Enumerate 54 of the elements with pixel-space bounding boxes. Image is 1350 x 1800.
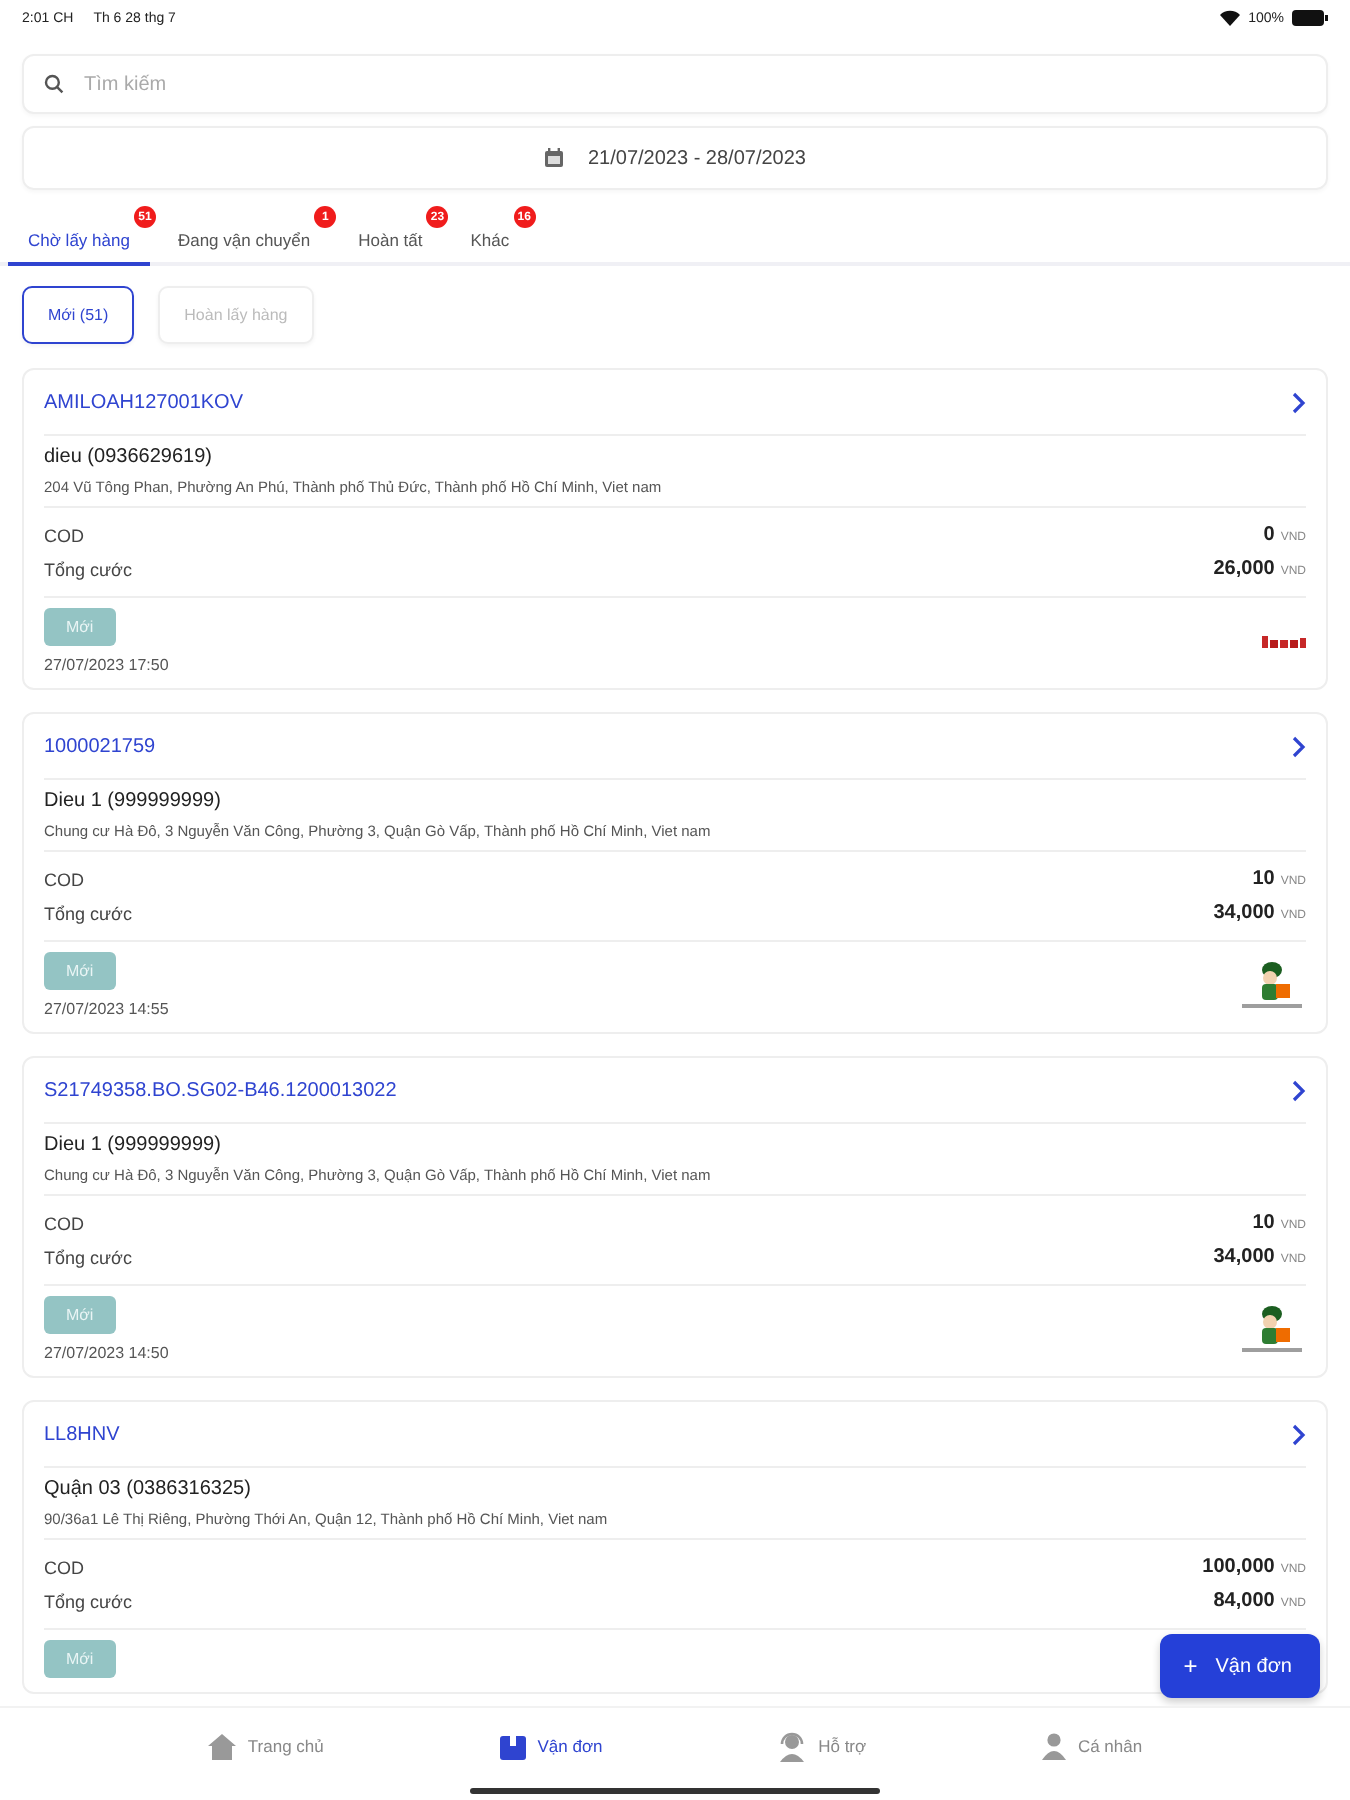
nav-item[interactable]: Vận đơn <box>499 1733 603 1759</box>
fee-label: Tổng cước <box>44 1247 132 1267</box>
nav-item[interactable]: Trang chủ <box>207 1733 324 1759</box>
status-tag: Mới <box>44 1296 116 1334</box>
nav-item[interactable]: Hỗ trợ <box>778 1731 867 1761</box>
cod-label: COD <box>44 1557 84 1577</box>
order-code[interactable]: AMILOAH127001KOV <box>44 391 243 413</box>
recipient-name: Quận 03 (0386316325) <box>44 1478 253 1500</box>
recipient-name: dieu (0936629619) <box>44 446 214 468</box>
carrier-logo <box>1238 1303 1306 1355</box>
cod-amount: 100,000 <box>1202 1556 1275 1578</box>
fee-amount: 26,000 <box>1213 558 1275 580</box>
status-tag: Mới <box>44 1640 116 1678</box>
date-range-picker[interactable]: 21/07/2023 - 28/07/2023 <box>22 126 1328 190</box>
cod-amount: 10 <box>1252 1212 1275 1234</box>
nav-item[interactable]: Cá nhân <box>1041 1732 1143 1760</box>
box-icon <box>499 1733 526 1759</box>
fee-label: Tổng cước <box>44 559 132 579</box>
status-tag: Mới <box>44 952 116 990</box>
person-icon <box>1041 1732 1066 1760</box>
search-icon <box>44 74 64 94</box>
order-time: 27/07/2023 14:50 <box>44 1344 169 1362</box>
fee-amount: 34,000 <box>1213 902 1275 924</box>
cod-amount: 0 <box>1263 524 1275 546</box>
chevron-right-icon[interactable] <box>1292 1079 1306 1101</box>
recipient-name: Dieu 1 (999999999) <box>44 790 223 812</box>
status-tag: Mới <box>44 608 116 646</box>
carrier-logo <box>1238 959 1306 1011</box>
order-time: 27/07/2023 14:55 <box>44 1000 169 1018</box>
headset-person-icon <box>778 1731 807 1761</box>
cod-amount: 10 <box>1252 868 1275 890</box>
wifi-icon <box>1220 10 1241 26</box>
cod-label: COD <box>44 525 84 545</box>
fee-amount: 34,000 <box>1213 1246 1275 1268</box>
cod-label: COD <box>44 869 84 889</box>
recipient-name: Dieu 1 (999999999) <box>44 1134 223 1156</box>
chevron-right-icon[interactable] <box>1292 1423 1306 1445</box>
battery-icon <box>1292 10 1328 26</box>
fee-amount: 84,000 <box>1213 1590 1275 1612</box>
search-field[interactable]: Tìm kiếm <box>22 54 1328 114</box>
fee-label: Tổng cước <box>44 1591 132 1611</box>
cod-label: COD <box>44 1213 84 1233</box>
order-time: 27/07/2023 17:50 <box>44 656 169 674</box>
fee-label: Tổng cước <box>44 903 132 923</box>
home-icon <box>207 1733 236 1759</box>
carrier-logo <box>1262 633 1306 649</box>
chevron-right-icon[interactable] <box>1292 735 1306 757</box>
calendar-icon <box>544 148 564 168</box>
order-code[interactable]: S21749358.BO.SG02-B46.1200013022 <box>44 1079 397 1101</box>
chevron-right-icon[interactable] <box>1292 391 1306 413</box>
order-code[interactable]: LL8HNV <box>44 1423 120 1445</box>
filter-button[interactable]: Mới (51) <box>22 286 135 344</box>
order-code[interactable]: 1000021759 <box>44 735 156 757</box>
create-order-button[interactable]: + Vận đơn <box>1159 1634 1320 1698</box>
